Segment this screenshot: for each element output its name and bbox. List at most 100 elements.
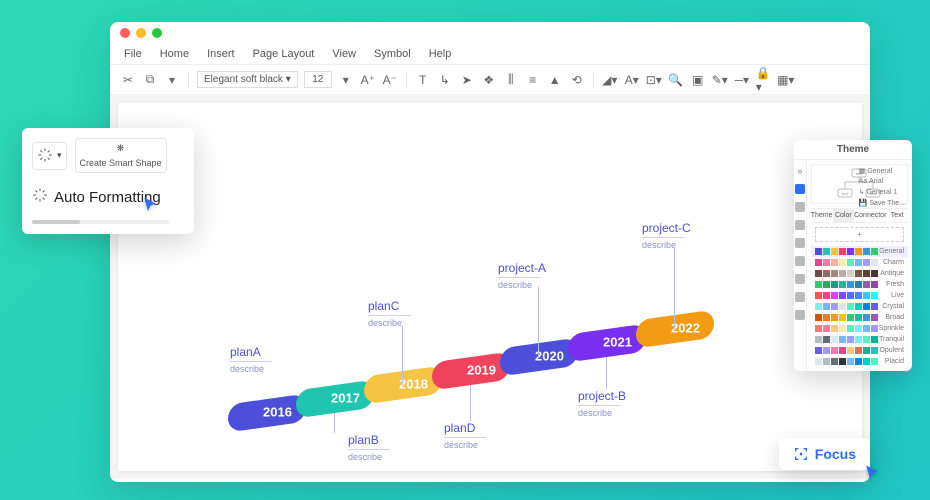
tab-connector[interactable]: Connector [854, 209, 886, 222]
color-swatch[interactable] [839, 259, 846, 266]
color-swatch[interactable] [855, 314, 862, 321]
fill-icon[interactable]: ◢▾ [602, 72, 618, 88]
color-swatch[interactable] [871, 347, 878, 354]
color-swatch[interactable] [871, 358, 878, 365]
preview-opt-general[interactable]: ▦General [859, 167, 905, 175]
timeline-pill-2018[interactable]: 2018 [364, 366, 442, 405]
color-swatch[interactable] [839, 358, 846, 365]
color-swatch[interactable] [839, 347, 846, 354]
color-swatch[interactable] [823, 259, 830, 266]
color-swatch[interactable] [871, 270, 878, 277]
swatch-set-antique[interactable]: Antique [811, 268, 908, 279]
color-swatch[interactable] [871, 259, 878, 266]
swatch-set-broad[interactable]: Broad [811, 312, 908, 323]
font-decrease-icon[interactable]: A⁻ [382, 72, 398, 88]
color-swatch[interactable] [863, 347, 870, 354]
color-swatch[interactable] [823, 358, 830, 365]
color-swatch[interactable] [831, 292, 838, 299]
color-swatch[interactable] [847, 248, 854, 255]
color-swatch[interactable] [863, 248, 870, 255]
color-swatch[interactable] [847, 347, 854, 354]
color-swatch[interactable] [823, 270, 830, 277]
color-swatch[interactable] [871, 314, 878, 321]
menu-insert[interactable]: Insert [207, 48, 235, 60]
timeline-pill-2022[interactable]: 2022 [636, 310, 714, 349]
menu-symbol[interactable]: Symbol [374, 48, 411, 60]
color-swatch[interactable] [839, 292, 846, 299]
color-swatch[interactable] [855, 292, 862, 299]
page[interactable]: 2016planAdescribe2017planBdescribe2018pl… [118, 103, 862, 471]
color-swatch[interactable] [863, 281, 870, 288]
timeline-pill-2017[interactable]: 2017 [296, 380, 374, 419]
color-swatch[interactable] [855, 248, 862, 255]
sidebar-tool-5[interactable] [795, 256, 805, 266]
color-swatch[interactable] [823, 281, 830, 288]
menu-help[interactable]: Help [429, 48, 452, 60]
color-swatch[interactable] [847, 259, 854, 266]
color-swatch[interactable] [871, 325, 878, 332]
color-swatch[interactable] [863, 292, 870, 299]
swatch-set-charm[interactable]: Charm [811, 257, 908, 268]
color-swatch[interactable] [871, 281, 878, 288]
color-swatch[interactable] [863, 259, 870, 266]
rotate-icon[interactable]: ⟲ [569, 72, 585, 88]
color-swatch[interactable] [839, 270, 846, 277]
color-swatch[interactable] [831, 336, 838, 343]
color-swatch[interactable] [863, 270, 870, 277]
color-swatch[interactable] [815, 314, 822, 321]
color-swatch[interactable] [831, 270, 838, 277]
focus-button[interactable]: Focus [779, 438, 870, 470]
color-swatch[interactable] [831, 248, 838, 255]
color-swatch[interactable] [839, 336, 846, 343]
search-icon[interactable]: 🔍 [668, 72, 684, 88]
tab-text[interactable]: Text [886, 209, 908, 222]
color-swatch[interactable] [823, 314, 830, 321]
theme-preview[interactable]: texttexttext ▦General AaArial ↳General 1… [811, 164, 908, 204]
color-swatch[interactable] [847, 270, 854, 277]
crop-icon[interactable]: ⊡▾ [646, 72, 662, 88]
menu-page-layout[interactable]: Page Layout [253, 48, 315, 60]
color-swatch[interactable] [815, 281, 822, 288]
color-swatch[interactable] [839, 325, 846, 332]
color-swatch[interactable] [831, 303, 838, 310]
color-swatch[interactable] [863, 358, 870, 365]
window-minimize-icon[interactable] [136, 28, 146, 38]
color-swatch[interactable] [815, 303, 822, 310]
image-icon[interactable]: ▣ [690, 72, 706, 88]
text-icon[interactable]: T [415, 72, 431, 88]
color-swatch[interactable] [815, 270, 822, 277]
color-swatch[interactable] [839, 303, 846, 310]
timeline-pill-2019[interactable]: 2019 [432, 352, 510, 391]
color-swatch[interactable] [863, 314, 870, 321]
color-swatch[interactable] [855, 336, 862, 343]
swatch-set-crystal[interactable]: Crystal [811, 301, 908, 312]
color-swatch[interactable] [855, 325, 862, 332]
color-swatch[interactable] [855, 270, 862, 277]
group-icon[interactable]: ▦▾ [778, 72, 794, 88]
cut-icon[interactable]: ✂ [120, 72, 136, 88]
color-swatch[interactable] [871, 336, 878, 343]
color-swatch[interactable] [823, 347, 830, 354]
color-swatch[interactable] [863, 336, 870, 343]
flip-icon[interactable]: ▲ [547, 72, 563, 88]
connector-icon[interactable]: ↳ [437, 72, 453, 88]
preview-opt-save[interactable]: 💾Save The... [859, 199, 905, 207]
color-swatch[interactable] [863, 303, 870, 310]
color-swatch[interactable] [831, 314, 838, 321]
color-swatch[interactable] [823, 292, 830, 299]
color-swatch[interactable] [831, 281, 838, 288]
color-swatch[interactable] [863, 325, 870, 332]
color-swatch[interactable] [823, 325, 830, 332]
color-swatch[interactable] [871, 303, 878, 310]
font-increase-icon[interactable]: A⁺ [360, 72, 376, 88]
timeline-pill-2020[interactable]: 2020 [500, 338, 578, 377]
chevron-down-icon[interactable]: ▾ [164, 72, 180, 88]
lock-icon[interactable]: 🔒▾ [756, 72, 772, 88]
collapse-icon[interactable]: » [797, 166, 802, 176]
color-swatch[interactable] [855, 358, 862, 365]
sidebar-tool-8[interactable] [795, 310, 805, 320]
spark-dropdown-button[interactable]: ▾ [32, 142, 67, 170]
create-smart-shape-button[interactable]: ❋ Create Smart Shape [75, 138, 167, 173]
sidebar-tool-4[interactable] [795, 238, 805, 248]
color-swatch[interactable] [855, 347, 862, 354]
